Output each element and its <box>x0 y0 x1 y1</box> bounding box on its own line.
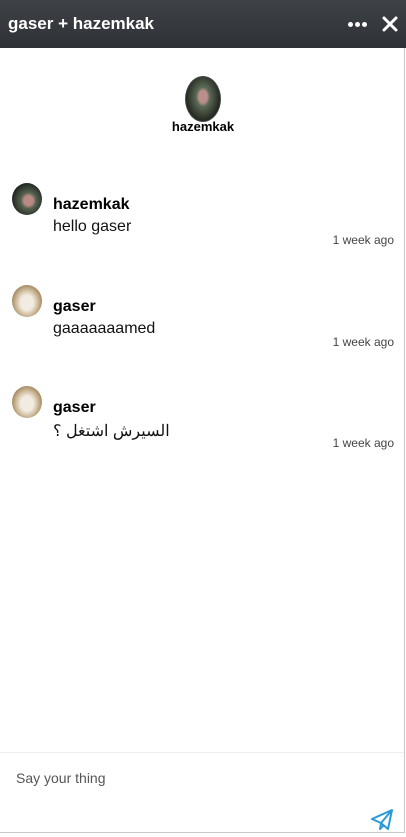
message-author: gaser <box>53 298 96 315</box>
avatar <box>12 386 42 418</box>
avatar <box>12 183 42 215</box>
message-input[interactable] <box>16 768 356 788</box>
chat-header: gaser + hazemkak <box>0 0 406 48</box>
close-icon <box>382 16 398 32</box>
send-icon <box>371 809 393 830</box>
message-text: السيرش اشتغل ؟ <box>53 423 170 440</box>
composer-divider <box>0 752 404 753</box>
participant-name: hazemkak <box>171 119 235 134</box>
message-time: 1 week ago <box>332 335 394 349</box>
more-options-button[interactable] <box>346 14 368 34</box>
message-text: gaaaaaaamed <box>53 320 156 337</box>
participant-header: hazemkak <box>0 76 406 134</box>
message-author: hazemkak <box>53 196 130 213</box>
message-author: gaser <box>53 399 96 416</box>
avatar <box>12 285 42 317</box>
more-horizontal-icon <box>347 21 353 27</box>
participant-avatar <box>185 76 221 122</box>
message-text: hello gaser <box>53 218 132 235</box>
message-time: 1 week ago <box>332 436 394 450</box>
message-time: 1 week ago <box>332 233 394 247</box>
send-button[interactable] <box>370 808 394 832</box>
close-button[interactable] <box>382 16 398 32</box>
chat-title: gaser + hazemkak <box>8 14 155 33</box>
